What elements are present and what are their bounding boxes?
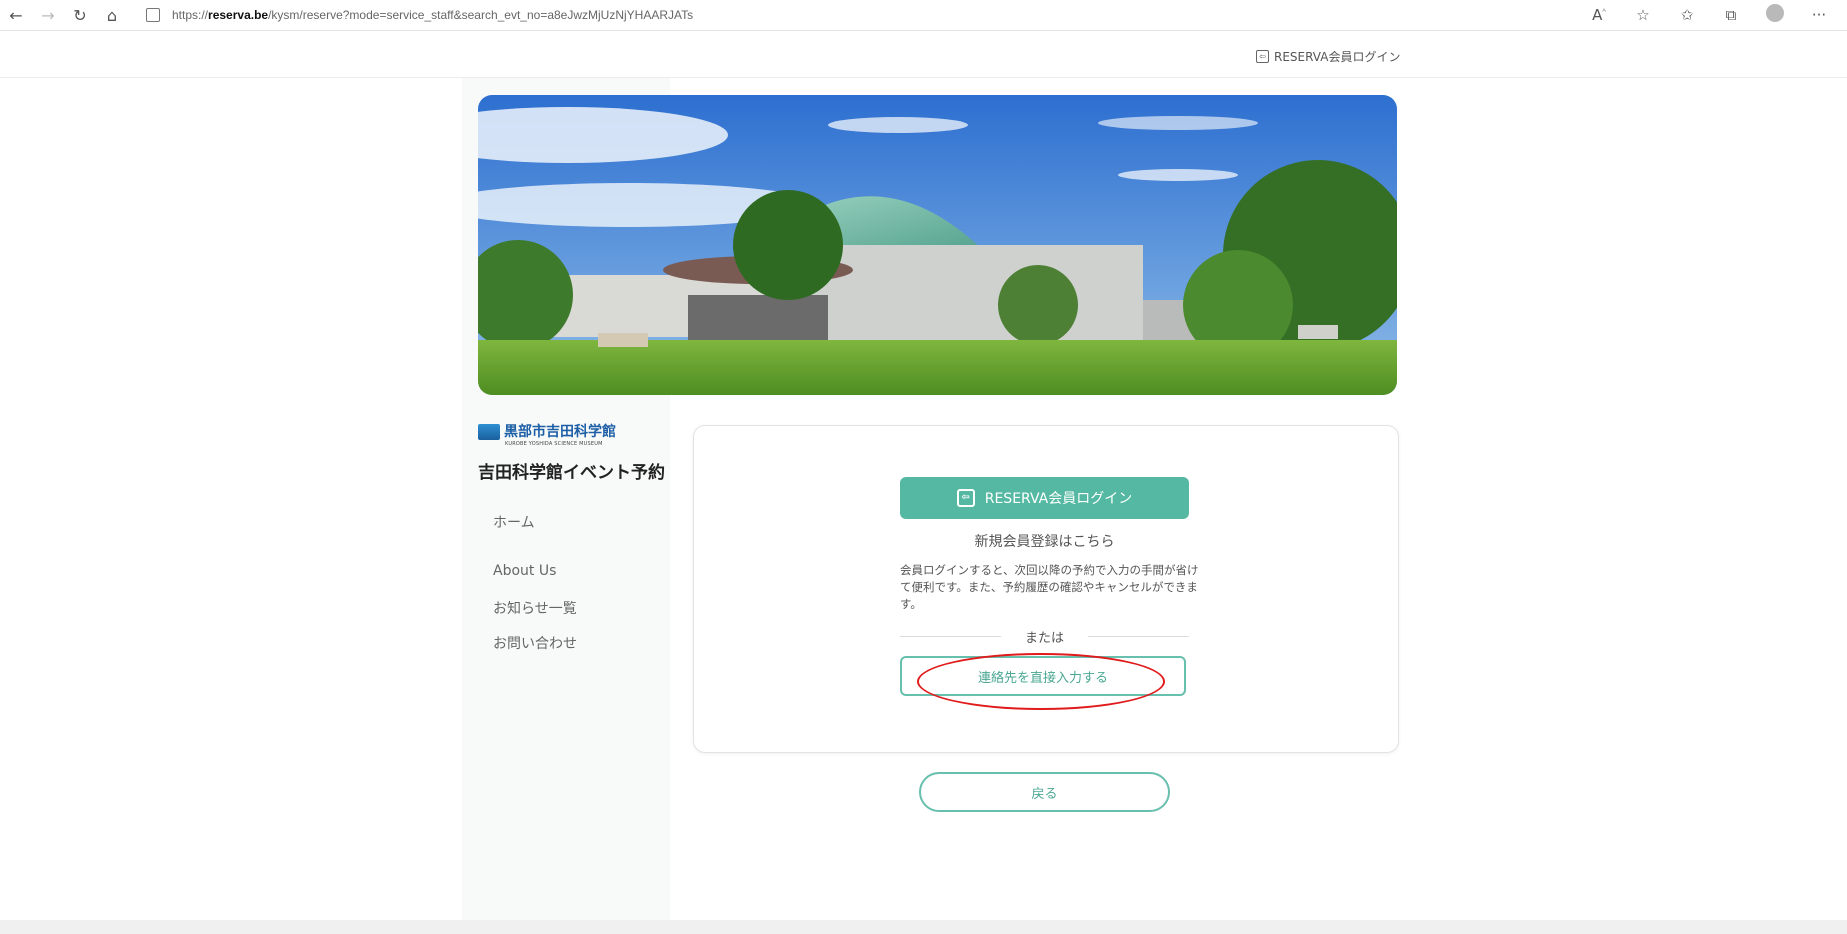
- back-button[interactable]: 戻る: [919, 772, 1170, 812]
- nav-home[interactable]: ホーム: [493, 512, 535, 532]
- brand-name: 黒部市吉田科学館: [504, 424, 616, 440]
- login-icon: ⇦: [1256, 50, 1269, 63]
- url-prefix: https://: [172, 8, 209, 22]
- refresh-icon[interactable]: ↻: [64, 0, 96, 30]
- divider-line: [900, 635, 1001, 637]
- read-aloud-icon[interactable]: Aᴬ: [1577, 6, 1621, 24]
- header-login-label: RESERVA会員ログイン: [1274, 50, 1401, 64]
- brand-logo[interactable]: 黒部市吉田科学館: [478, 424, 616, 440]
- reserva-login-button[interactable]: ⇦ RESERVA会員ログイン: [900, 477, 1189, 519]
- lock-icon: [146, 8, 160, 22]
- hero-image: [478, 95, 1397, 395]
- nav-about-us[interactable]: About Us: [493, 563, 556, 579]
- url-host: reserva.be: [208, 8, 269, 22]
- divider-line: [1088, 635, 1190, 637]
- favorites-list-icon[interactable]: ✩: [1665, 6, 1709, 24]
- or-label: または: [1025, 630, 1065, 646]
- forward-arrow-icon[interactable]: →: [32, 0, 64, 30]
- nav-contact[interactable]: お問い合わせ: [493, 633, 577, 653]
- collections-icon[interactable]: ⧉: [1709, 6, 1753, 24]
- footer: [0, 920, 1847, 934]
- or-divider: または: [900, 626, 1190, 646]
- direct-input-button[interactable]: 連絡先を直接入力する: [900, 656, 1186, 696]
- brand-subtitle: KUROBE YOSHIDA SCIENCE MUSEUM: [505, 441, 603, 447]
- more-icon[interactable]: ···: [1797, 6, 1841, 24]
- profile-icon[interactable]: [1753, 4, 1797, 26]
- browser-toolbar: ← → ↻ ⌂ https://reserva.be/kysm/reserve?…: [0, 0, 1847, 31]
- header-login-link[interactable]: ⇦ RESERVA会員ログイン: [1256, 48, 1400, 65]
- back-arrow-icon[interactable]: ←: [0, 0, 32, 30]
- site-title: 吉田科学館イベント予約: [478, 463, 665, 483]
- address-bar[interactable]: https://reserva.be/kysm/reserve?mode=ser…: [146, 8, 693, 22]
- home-icon[interactable]: ⌂: [96, 0, 128, 30]
- login-icon: ⇦: [956, 489, 975, 507]
- site-header: ⇦ RESERVA会員ログイン: [0, 31, 1847, 78]
- login-description: 会員ログインすると、次回以降の予約で入力の手間が省けて便利です。また、予約履歴の…: [900, 563, 1199, 611]
- museum-logo-icon: [478, 424, 500, 440]
- url-path: /kysm/reserve?mode=service_staff&search_…: [268, 8, 694, 22]
- favorite-icon[interactable]: ☆: [1621, 6, 1665, 24]
- register-link[interactable]: 新規会員登録はこちら: [900, 531, 1189, 551]
- nav-news[interactable]: お知らせ一覧: [493, 598, 577, 618]
- login-button-label: RESERVA会員ログイン: [984, 491, 1133, 507]
